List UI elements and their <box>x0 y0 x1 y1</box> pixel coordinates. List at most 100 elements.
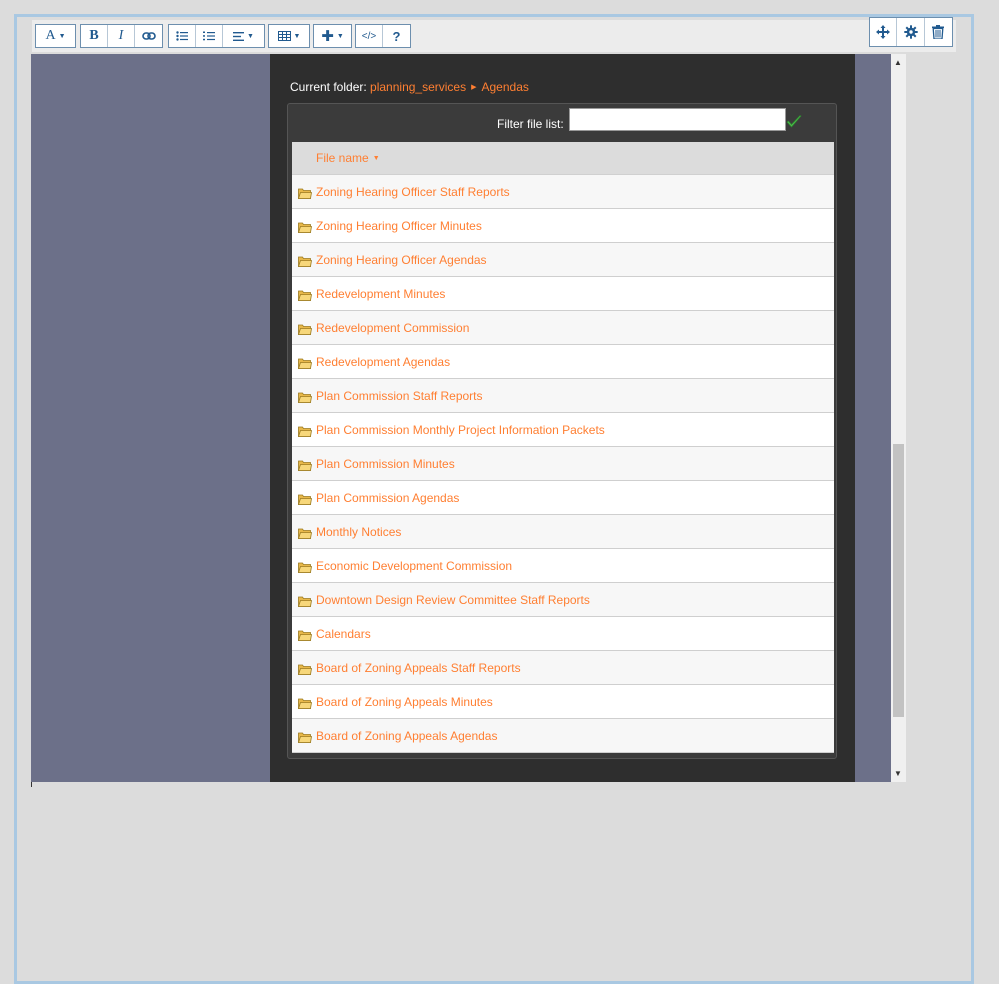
folder-name[interactable]: Calendars <box>316 627 371 641</box>
file-table: File name ▼ Zoning Hearing Officer Staff … <box>292 142 834 753</box>
resize-cursor <box>31 782 32 787</box>
folder-row[interactable]: Redevelopment Commission <box>292 311 834 345</box>
folder-icon <box>298 222 312 233</box>
current-folder: Current folder: planning_services ▶ Agenda… <box>290 80 529 94</box>
code-icon: </> <box>361 30 377 42</box>
folder-row[interactable]: Board of Zoning Appeals Staff Reports <box>292 651 834 685</box>
folder-icon <box>298 630 312 641</box>
breadcrumb-root[interactable]: planning_services <box>370 80 466 94</box>
folder-icon <box>298 494 312 505</box>
sort-descending-icon: ▼ <box>372 154 380 162</box>
folder-name[interactable]: Monthly Notices <box>316 525 401 539</box>
filter-label: Filter file list: <box>497 117 564 131</box>
folder-row[interactable]: Board of Zoning Appeals Minutes <box>292 685 834 719</box>
bold-button[interactable]: B <box>81 25 108 47</box>
file-rows: Zoning Hearing Officer Staff Reports Zoni… <box>292 175 834 753</box>
folder-name[interactable]: Plan Commission Agendas <box>316 491 459 505</box>
folder-row[interactable]: Board of Zoning Appeals Agendas <box>292 719 834 753</box>
folder-name[interactable]: Downtown Design Review Committee Staff R… <box>316 593 590 607</box>
file-list-container: Filter file list: File name ▼ Zoning Hear… <box>287 103 837 759</box>
folder-icon <box>298 698 312 709</box>
trash-icon <box>932 25 945 39</box>
bold-icon: B <box>89 28 99 43</box>
folder-icon <box>298 732 312 743</box>
folder-name[interactable]: Redevelopment Minutes <box>316 287 445 301</box>
settings-button[interactable] <box>897 18 925 46</box>
folder-row[interactable]: Calendars <box>292 617 834 651</box>
link-button[interactable] <box>135 25 162 47</box>
folder-icon <box>298 664 312 675</box>
scroll-down-arrow-icon[interactable]: ▼ <box>894 769 902 778</box>
folder-row[interactable]: Zoning Hearing Officer Minutes <box>292 209 834 243</box>
move-icon <box>876 25 891 39</box>
folder-row[interactable]: Plan Commission Minutes <box>292 447 834 481</box>
folder-row[interactable]: Monthly Notices <box>292 515 834 549</box>
folder-row[interactable]: Zoning Hearing Officer Agendas <box>292 243 834 277</box>
current-folder-label: Current folder: <box>290 80 367 94</box>
folder-name[interactable]: Plan Commission Minutes <box>316 457 455 471</box>
folder-name[interactable]: Board of Zoning Appeals Agendas <box>316 729 497 743</box>
folder-row[interactable]: Zoning Hearing Officer Staff Reports <box>292 175 834 209</box>
table-icon <box>277 31 291 41</box>
folder-row[interactable]: Plan Commission Monthly Project Informat… <box>292 413 834 447</box>
insert-group: ✚ ▼ <box>313 24 352 48</box>
folder-name[interactable]: Plan Commission Monthly Project Informat… <box>316 423 605 437</box>
table-button[interactable]: ▼ <box>269 25 309 47</box>
bullet-list-icon <box>176 31 188 41</box>
chevron-down-icon: ▼ <box>58 32 66 40</box>
chevron-right-icon: ▶ <box>471 84 477 91</box>
insert-button[interactable]: ✚ ▼ <box>314 25 351 47</box>
folder-name[interactable]: Board of Zoning Appeals Staff Reports <box>316 661 521 675</box>
move-button[interactable] <box>870 18 898 46</box>
editor-toolbar: A ▼ B I ▼ ▼ ✚ ▼ </> ? <box>32 20 956 52</box>
checkmark-icon[interactable] <box>786 115 802 129</box>
folder-row[interactable]: Plan Commission Agendas <box>292 481 834 515</box>
vertical-scrollbar[interactable]: ▲ ▼ <box>891 54 906 782</box>
help-button[interactable]: ? <box>383 25 410 47</box>
file-name-column-header[interactable]: File name ▼ <box>292 142 834 175</box>
numbered-list-button[interactable] <box>196 25 223 47</box>
folder-row[interactable]: Redevelopment Minutes <box>292 277 834 311</box>
delete-button[interactable] <box>925 18 952 46</box>
folder-row[interactable]: Economic Development Commission <box>292 549 834 583</box>
folder-icon <box>298 426 312 437</box>
font-style-button[interactable]: A ▼ <box>36 25 75 47</box>
folder-icon <box>298 256 312 267</box>
help-icon: ? <box>392 28 401 44</box>
folder-name[interactable]: Zoning Hearing Officer Minutes <box>316 219 482 233</box>
code-button[interactable]: </> <box>356 25 383 47</box>
insert-plus-icon: ✚ <box>321 28 334 45</box>
chevron-down-icon: ▼ <box>247 32 254 40</box>
folder-icon <box>298 324 312 335</box>
italic-button[interactable]: I <box>108 25 135 47</box>
scrollbar-thumb[interactable] <box>893 444 904 717</box>
folder-name[interactable]: Zoning Hearing Officer Agendas <box>316 253 487 267</box>
align-button[interactable]: ▼ <box>223 25 264 47</box>
folder-name[interactable]: Redevelopment Agendas <box>316 355 450 369</box>
file-browser-panel: Current folder: planning_services ▶ Agenda… <box>270 54 855 782</box>
folder-icon <box>298 358 312 369</box>
folder-name[interactable]: Plan Commission Staff Reports <box>316 389 483 403</box>
scroll-up-arrow-icon[interactable]: ▲ <box>894 58 902 67</box>
folder-name[interactable]: Board of Zoning Appeals Minutes <box>316 695 493 709</box>
folder-icon <box>298 460 312 471</box>
folder-row[interactable]: Redevelopment Agendas <box>292 345 834 379</box>
bullet-list-button[interactable] <box>169 25 196 47</box>
folder-icon <box>298 596 312 607</box>
code-help-group: </> ? <box>355 24 411 48</box>
folder-name[interactable]: Redevelopment Commission <box>316 321 469 335</box>
breadcrumb-current[interactable]: Agendas <box>482 80 529 94</box>
numbered-list-icon <box>203 31 215 41</box>
gear-icon <box>903 25 918 39</box>
filter-input[interactable] <box>569 108 786 131</box>
table-group: ▼ <box>268 24 310 48</box>
folder-name[interactable]: Zoning Hearing Officer Staff Reports <box>316 185 510 199</box>
folder-row[interactable]: Downtown Design Review Committee Staff R… <box>292 583 834 617</box>
italic-icon: I <box>118 28 124 43</box>
list-group: ▼ <box>168 24 265 48</box>
folder-row[interactable]: Plan Commission Staff Reports <box>292 379 834 413</box>
folder-icon <box>298 392 312 403</box>
align-icon <box>233 31 245 41</box>
folder-icon <box>298 562 312 573</box>
folder-name[interactable]: Economic Development Commission <box>316 559 512 573</box>
